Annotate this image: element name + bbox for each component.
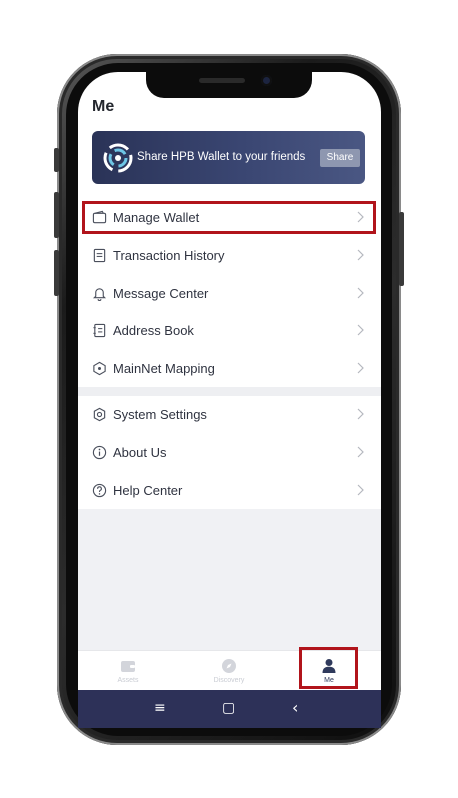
speaker — [199, 78, 245, 83]
home-button[interactable]: ▢ — [222, 700, 235, 716]
wallet-tab-icon — [121, 661, 135, 672]
notch — [146, 72, 312, 98]
chevron-right-icon — [357, 362, 364, 374]
recent-apps-button[interactable]: ≡ — [154, 700, 166, 716]
tab-discovery[interactable]: Discovery — [179, 651, 279, 691]
settings-icon — [93, 407, 106, 421]
highlight-manage-wallet — [82, 201, 376, 234]
tab-label: Assets — [117, 677, 139, 684]
page-title: Me — [92, 98, 115, 115]
compass-icon — [222, 659, 236, 673]
chevron-right-icon — [357, 484, 364, 496]
help-icon — [92, 483, 107, 497]
power-button — [399, 212, 404, 286]
menu-item-label: Address Book — [113, 322, 194, 338]
share-banner[interactable]: Share HPB Wallet to your friends Share — [92, 131, 365, 184]
highlight-me-tab — [299, 647, 358, 689]
mute-switch — [54, 148, 59, 172]
menu-item-transaction-history[interactable]: Transaction History — [78, 236, 381, 274]
menu-item-mainnet-mapping[interactable]: MainNet Mapping — [78, 349, 381, 387]
menu-item-label: About Us — [113, 444, 167, 460]
address-book-icon — [93, 323, 106, 337]
menu-item-label: Help Center — [113, 482, 183, 498]
document-icon — [93, 248, 106, 262]
volume-up-button — [54, 192, 59, 238]
volume-down-button — [54, 250, 59, 296]
menu-item-label: Message Center — [113, 285, 209, 301]
chevron-right-icon — [357, 408, 364, 420]
menu-item-address-book[interactable]: Address Book — [78, 311, 381, 349]
empty-area — [78, 509, 381, 650]
chevron-right-icon — [357, 249, 364, 261]
info-icon — [92, 445, 107, 459]
mapping-icon — [93, 361, 106, 375]
back-button[interactable]: ‹ — [292, 698, 298, 717]
chevron-right-icon — [357, 287, 364, 299]
share-button[interactable]: Share — [320, 149, 360, 167]
menu-item-label: Transaction History — [113, 247, 225, 263]
menu-item-about-us[interactable]: About Us — [78, 433, 381, 471]
hpb-logo-icon — [103, 143, 133, 173]
chevron-right-icon — [357, 324, 364, 336]
bell-icon — [92, 287, 107, 301]
menu-item-help-center[interactable]: Help Center — [78, 471, 381, 509]
chevron-right-icon — [357, 446, 364, 458]
share-banner-text: Share HPB Wallet to your friends — [137, 151, 306, 163]
menu-item-message-center[interactable]: Message Center — [78, 274, 381, 312]
menu-item-system-settings[interactable]: System Settings — [78, 395, 381, 433]
tab-assets[interactable]: Assets — [78, 651, 178, 691]
tab-label: Discovery — [213, 677, 245, 684]
system-nav-bar: ≡ ▢ ‹ — [78, 690, 381, 728]
menu-item-label: System Settings — [113, 406, 207, 422]
menu-item-label: MainNet Mapping — [113, 360, 215, 376]
front-camera — [261, 75, 272, 86]
